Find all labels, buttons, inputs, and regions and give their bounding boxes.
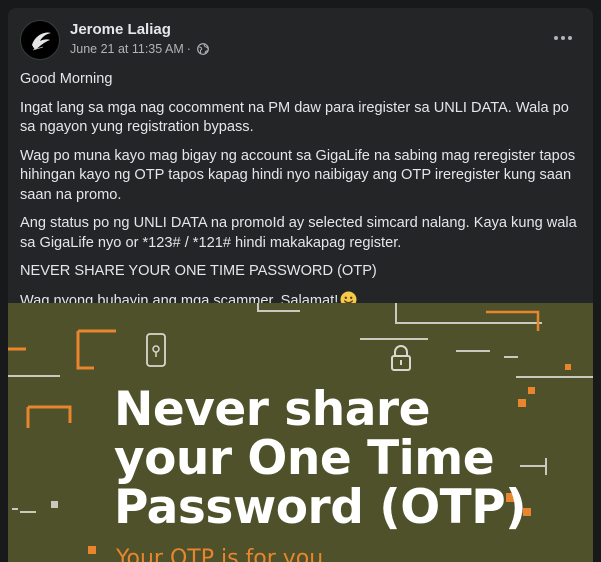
- lock-icon: [391, 345, 411, 371]
- post-body: Good Morning Ingat lang sa mga nag cocom…: [20, 70, 580, 323]
- globe-icon[interactable]: [197, 43, 209, 55]
- post-paragraph: NEVER SHARE YOUR ONE TIME PASSWORD (OTP): [20, 263, 377, 279]
- headline-line: your One Time: [114, 431, 495, 486]
- headline-line: Password (OTP): [114, 480, 527, 535]
- decor-line: [257, 303, 300, 312]
- decor-line-orange: [486, 310, 540, 331]
- meta-separator: ·: [186, 42, 191, 56]
- more-dots-icon: [554, 36, 572, 40]
- headline-line: Never share: [114, 382, 430, 437]
- post-paragraph: Good Morning: [20, 71, 113, 87]
- post-image[interactable]: Never share your One Time Password (OTP)…: [8, 303, 593, 562]
- post-paragraph: Ingat lang sa mga nag cocomment na PM da…: [20, 99, 569, 136]
- avatar-logo-icon: [32, 32, 51, 51]
- decor-square: [88, 546, 96, 554]
- avatar[interactable]: [20, 20, 60, 60]
- decor-square: [528, 387, 535, 394]
- facebook-post: Jerome Laliag June 21 at 11:35 AM · Good…: [8, 8, 593, 562]
- post-paragraph: Wag po muna kayo mag bigay ng account sa…: [20, 147, 576, 203]
- decor-square: [565, 364, 571, 370]
- post-timestamp[interactable]: June 21 at 11:35 AM: [70, 42, 184, 56]
- author-name[interactable]: Jerome Laliag: [70, 21, 171, 38]
- decor-square: [51, 501, 58, 508]
- phone-icon: [146, 333, 166, 367]
- decor-line-orange: [76, 331, 94, 370]
- post-meta: June 21 at 11:35 AM ·: [70, 42, 209, 56]
- image-subline: Your OTP is for you: [116, 546, 324, 562]
- decor-line-orange: [28, 405, 72, 423]
- post-paragraph: Ang status po ng UNLI DATA na promoId ay…: [20, 215, 577, 251]
- more-options-button[interactable]: [551, 30, 575, 46]
- post-header: Jerome Laliag June 21 at 11:35 AM ·: [8, 8, 593, 68]
- image-headline: Never share your One Time Password (OTP): [114, 382, 527, 535]
